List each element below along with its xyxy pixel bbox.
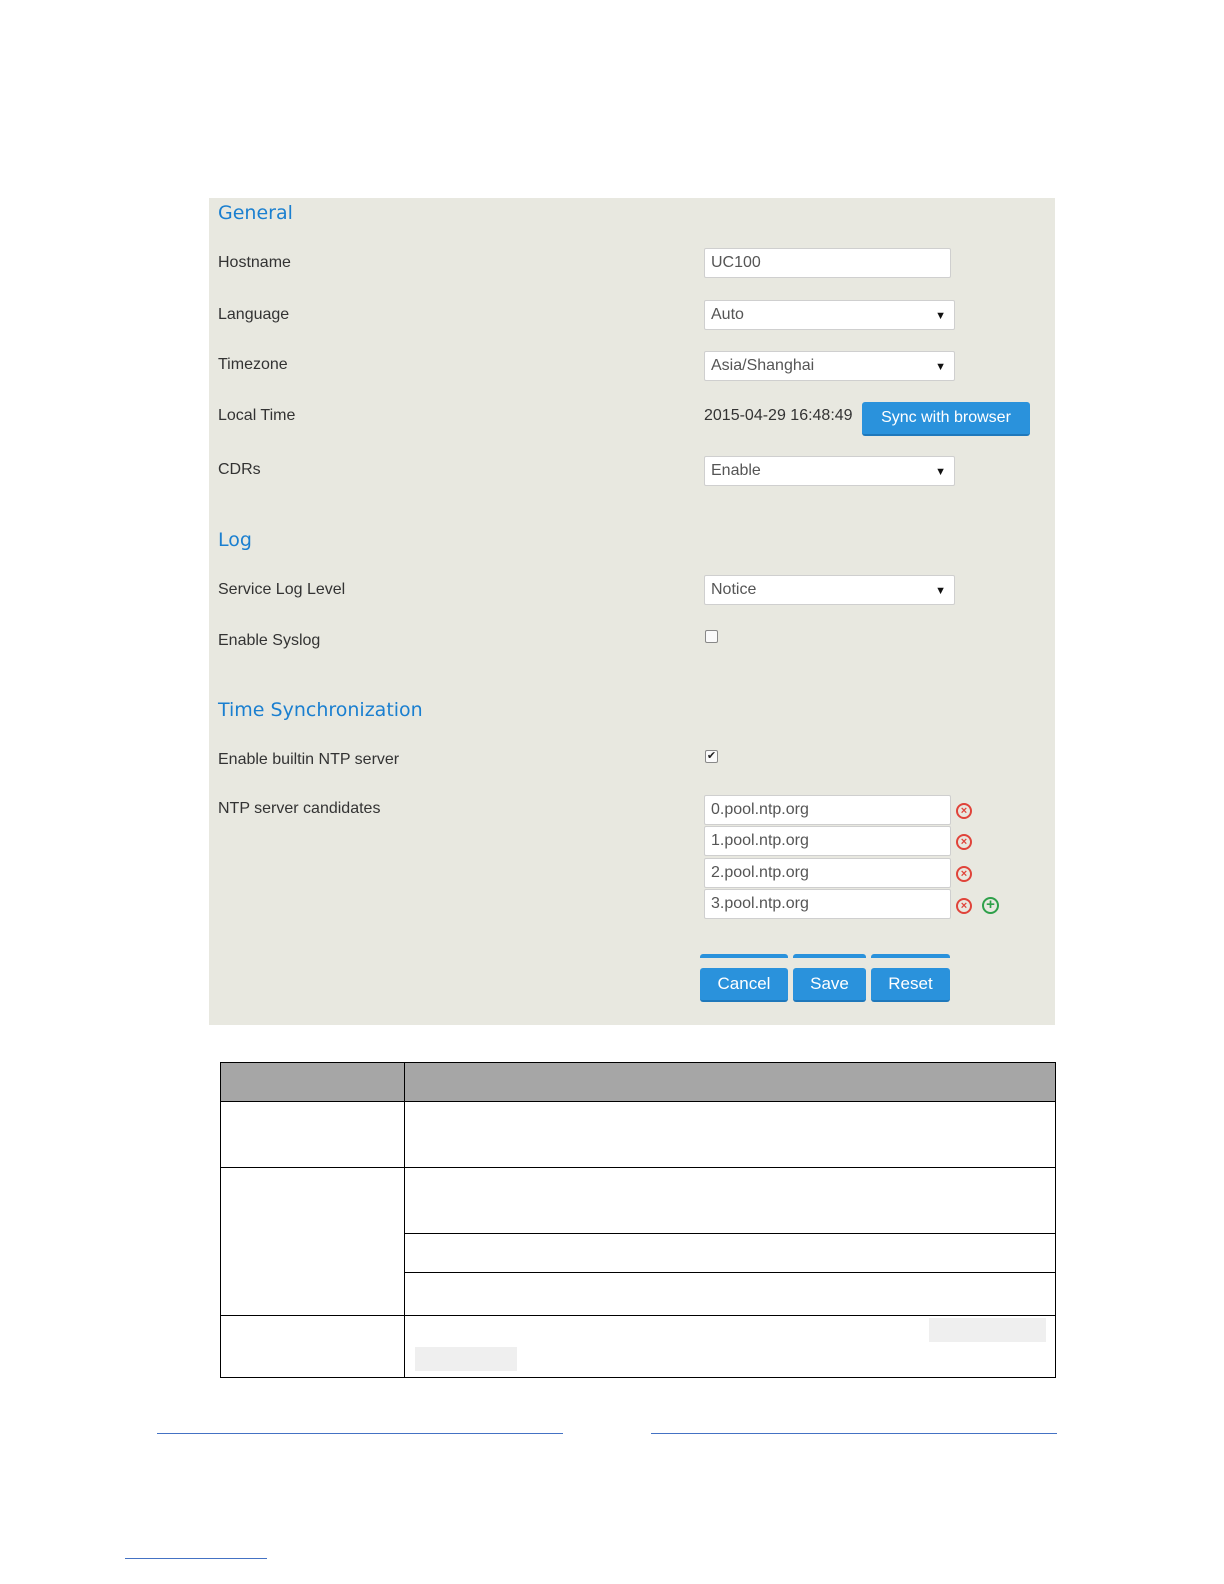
language-select[interactable]: Auto ▼ [704,300,955,330]
log-section-title: Log [218,529,252,551]
local-time-value: 2015-04-29 16:48:49 [704,407,853,424]
cdrs-select[interactable]: Enable ▼ [704,456,955,486]
cancel-button[interactable]: Cancel [700,968,788,1002]
button-top-edge [793,954,866,958]
timezone-value: Asia/Shanghai [711,357,815,374]
footer-rule-right [651,1433,1057,1434]
service-log-level-select[interactable]: Notice ▼ [704,575,955,605]
row-divider [221,1315,1055,1316]
time-sync-section-title: Time Synchronization [218,699,423,721]
enable-syslog-label: Enable Syslog [218,632,321,649]
remove-circle-icon[interactable]: × [956,834,972,850]
ntp-server-input-3[interactable]: 3.pool.ntp.org [704,889,951,919]
row-divider [221,1167,1055,1168]
ntp-server-input-1[interactable]: 1.pool.ntp.org [704,826,951,856]
builtin-ntp-checkbox[interactable]: ✔ [705,750,718,763]
ntp-candidates-label: NTP server candidates [218,800,381,817]
row-divider [404,1233,1055,1234]
description-table [220,1062,1056,1378]
sync-with-browser-button[interactable]: Sync with browser [862,402,1030,436]
timezone-select[interactable]: Asia/Shanghai ▼ [704,351,955,381]
footer-rule-left [157,1433,563,1434]
local-time-label: Local Time [218,407,296,424]
button-top-edge [871,954,950,958]
service-log-level-value: Notice [711,581,757,598]
highlight-block [929,1318,1046,1342]
column-divider [404,1063,405,1377]
table-header [221,1063,1055,1102]
general-section-title: General [218,202,293,224]
cdrs-label: CDRs [218,461,261,478]
caret-down-icon: ▼ [935,466,946,478]
service-log-level-label: Service Log Level [218,581,346,598]
row-divider [404,1272,1055,1273]
caret-down-icon: ▼ [935,585,946,597]
language-value: Auto [711,306,744,323]
footer-rule-bottom [125,1558,267,1559]
caret-down-icon: ▼ [935,361,946,373]
hostname-input[interactable]: UC100 [704,248,951,278]
button-top-edge [700,954,788,958]
save-button[interactable]: Save [793,968,866,1002]
remove-circle-icon[interactable]: × [956,866,972,882]
builtin-ntp-label: Enable builtin NTP server [218,751,400,768]
enable-syslog-checkbox[interactable] [705,630,718,643]
add-circle-icon[interactable]: + [982,897,999,914]
ntp-server-input-0[interactable]: 0.pool.ntp.org [704,795,951,825]
remove-circle-icon[interactable]: × [956,898,972,914]
timezone-label: Timezone [218,356,288,373]
cdrs-value: Enable [711,462,761,479]
ntp-server-input-2[interactable]: 2.pool.ntp.org [704,858,951,888]
settings-panel: General Hostname UC100 Language Auto ▼ T… [209,198,1055,1025]
caret-down-icon: ▼ [935,310,946,322]
highlight-block [415,1347,517,1371]
remove-circle-icon[interactable]: × [956,803,972,819]
hostname-label: Hostname [218,254,291,271]
reset-button[interactable]: Reset [871,968,950,1002]
language-label: Language [218,306,290,323]
